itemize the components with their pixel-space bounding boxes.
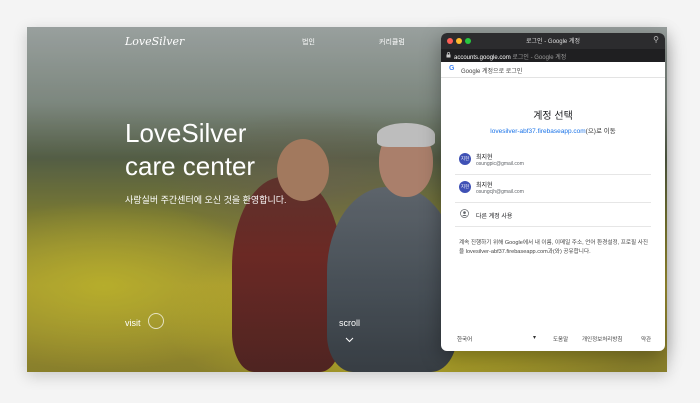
account-email: osungcjh@gmail.com [476,189,524,195]
popup-url-bar: accounts.google.com 로그인 - Google 계정 [441,49,665,62]
use-another-account-label: 다른 계정 사용 [476,214,513,220]
dropdown-arrow-icon[interactable]: ▾ [533,334,536,341]
chevron-down-icon[interactable] [345,335,354,345]
terms-link[interactable]: 약관 [641,335,651,343]
avatar: 지현 [459,181,471,193]
account-email: osungpic@gmail.com [476,161,524,167]
destination-suffix: (으)로 이동 [585,128,616,135]
choose-account-heading: 계정 선택 [533,111,573,122]
divider [455,202,651,203]
help-link[interactable]: 도움말 [553,335,568,343]
privacy-link[interactable]: 개인정보처리방침 [582,335,622,343]
hero-subtitle: 사랑실버 주간센터에 오신 것을 환영합니다. [125,195,287,205]
google-header-text: Google 계정으로 로그인 [461,69,523,75]
use-another-account-button[interactable]: 다른 계정 사용 [455,207,651,225]
destination-link[interactable]: lovesilver-abf37.firebaseapp.com [490,128,585,135]
visit-circle-icon[interactable] [148,313,164,329]
hero-title-line1: LoveSilver [125,118,247,148]
consent-text: 계속 진행하기 위해 Google에서 내 이름, 이메일 주소, 언어 환경설… [459,240,649,255]
popup-footer: 한국어 ▾ 도움말 개인정보처리방침 약관 [441,327,665,351]
divider [455,226,651,227]
account-item[interactable]: 지현 최지현 osungpic@gmail.com [455,148,651,174]
visit-link[interactable]: visit [125,318,141,328]
google-logo-icon: G [449,65,455,72]
account-item[interactable]: 지현 최지현 osungcjh@gmail.com [455,176,651,202]
nav-item-corporation[interactable]: 법인 [302,37,315,47]
nav-item-curriculum[interactable]: 커리큘럼 [379,37,405,47]
popup-titlebar: 로그인 - Google 계정 ⚲ [441,33,665,49]
divider [455,174,651,175]
scroll-label[interactable]: scroll [339,318,360,328]
hero-title: LoveSilver care center [125,117,255,183]
url-page-title: 로그인 - Google 계정 [512,55,567,61]
destination-text: lovesilver-abf37.firebaseapp.com(으)로 이동 [441,125,665,135]
account-circle-icon [460,209,469,220]
google-signin-popup: 로그인 - Google 계정 ⚲ accounts.google.com 로그… [441,33,665,351]
lock-icon [446,52,451,60]
site-logo[interactable]: LoveSilver [125,35,184,48]
pin-icon[interactable]: ⚲ [653,35,659,44]
url-domain: accounts.google.com [454,55,511,61]
account-name: 최지현 [476,155,493,161]
google-header: G Google 계정으로 로그인 [441,62,665,78]
account-name: 최지현 [476,183,493,189]
language-select[interactable]: 한국어 [457,335,472,343]
hero-title-line2: care center [125,151,256,181]
popup-url: accounts.google.com 로그인 - Google 계정 [454,52,566,61]
avatar: 지현 [459,153,471,165]
popup-window-title: 로그인 - Google 계정 [526,39,580,45]
